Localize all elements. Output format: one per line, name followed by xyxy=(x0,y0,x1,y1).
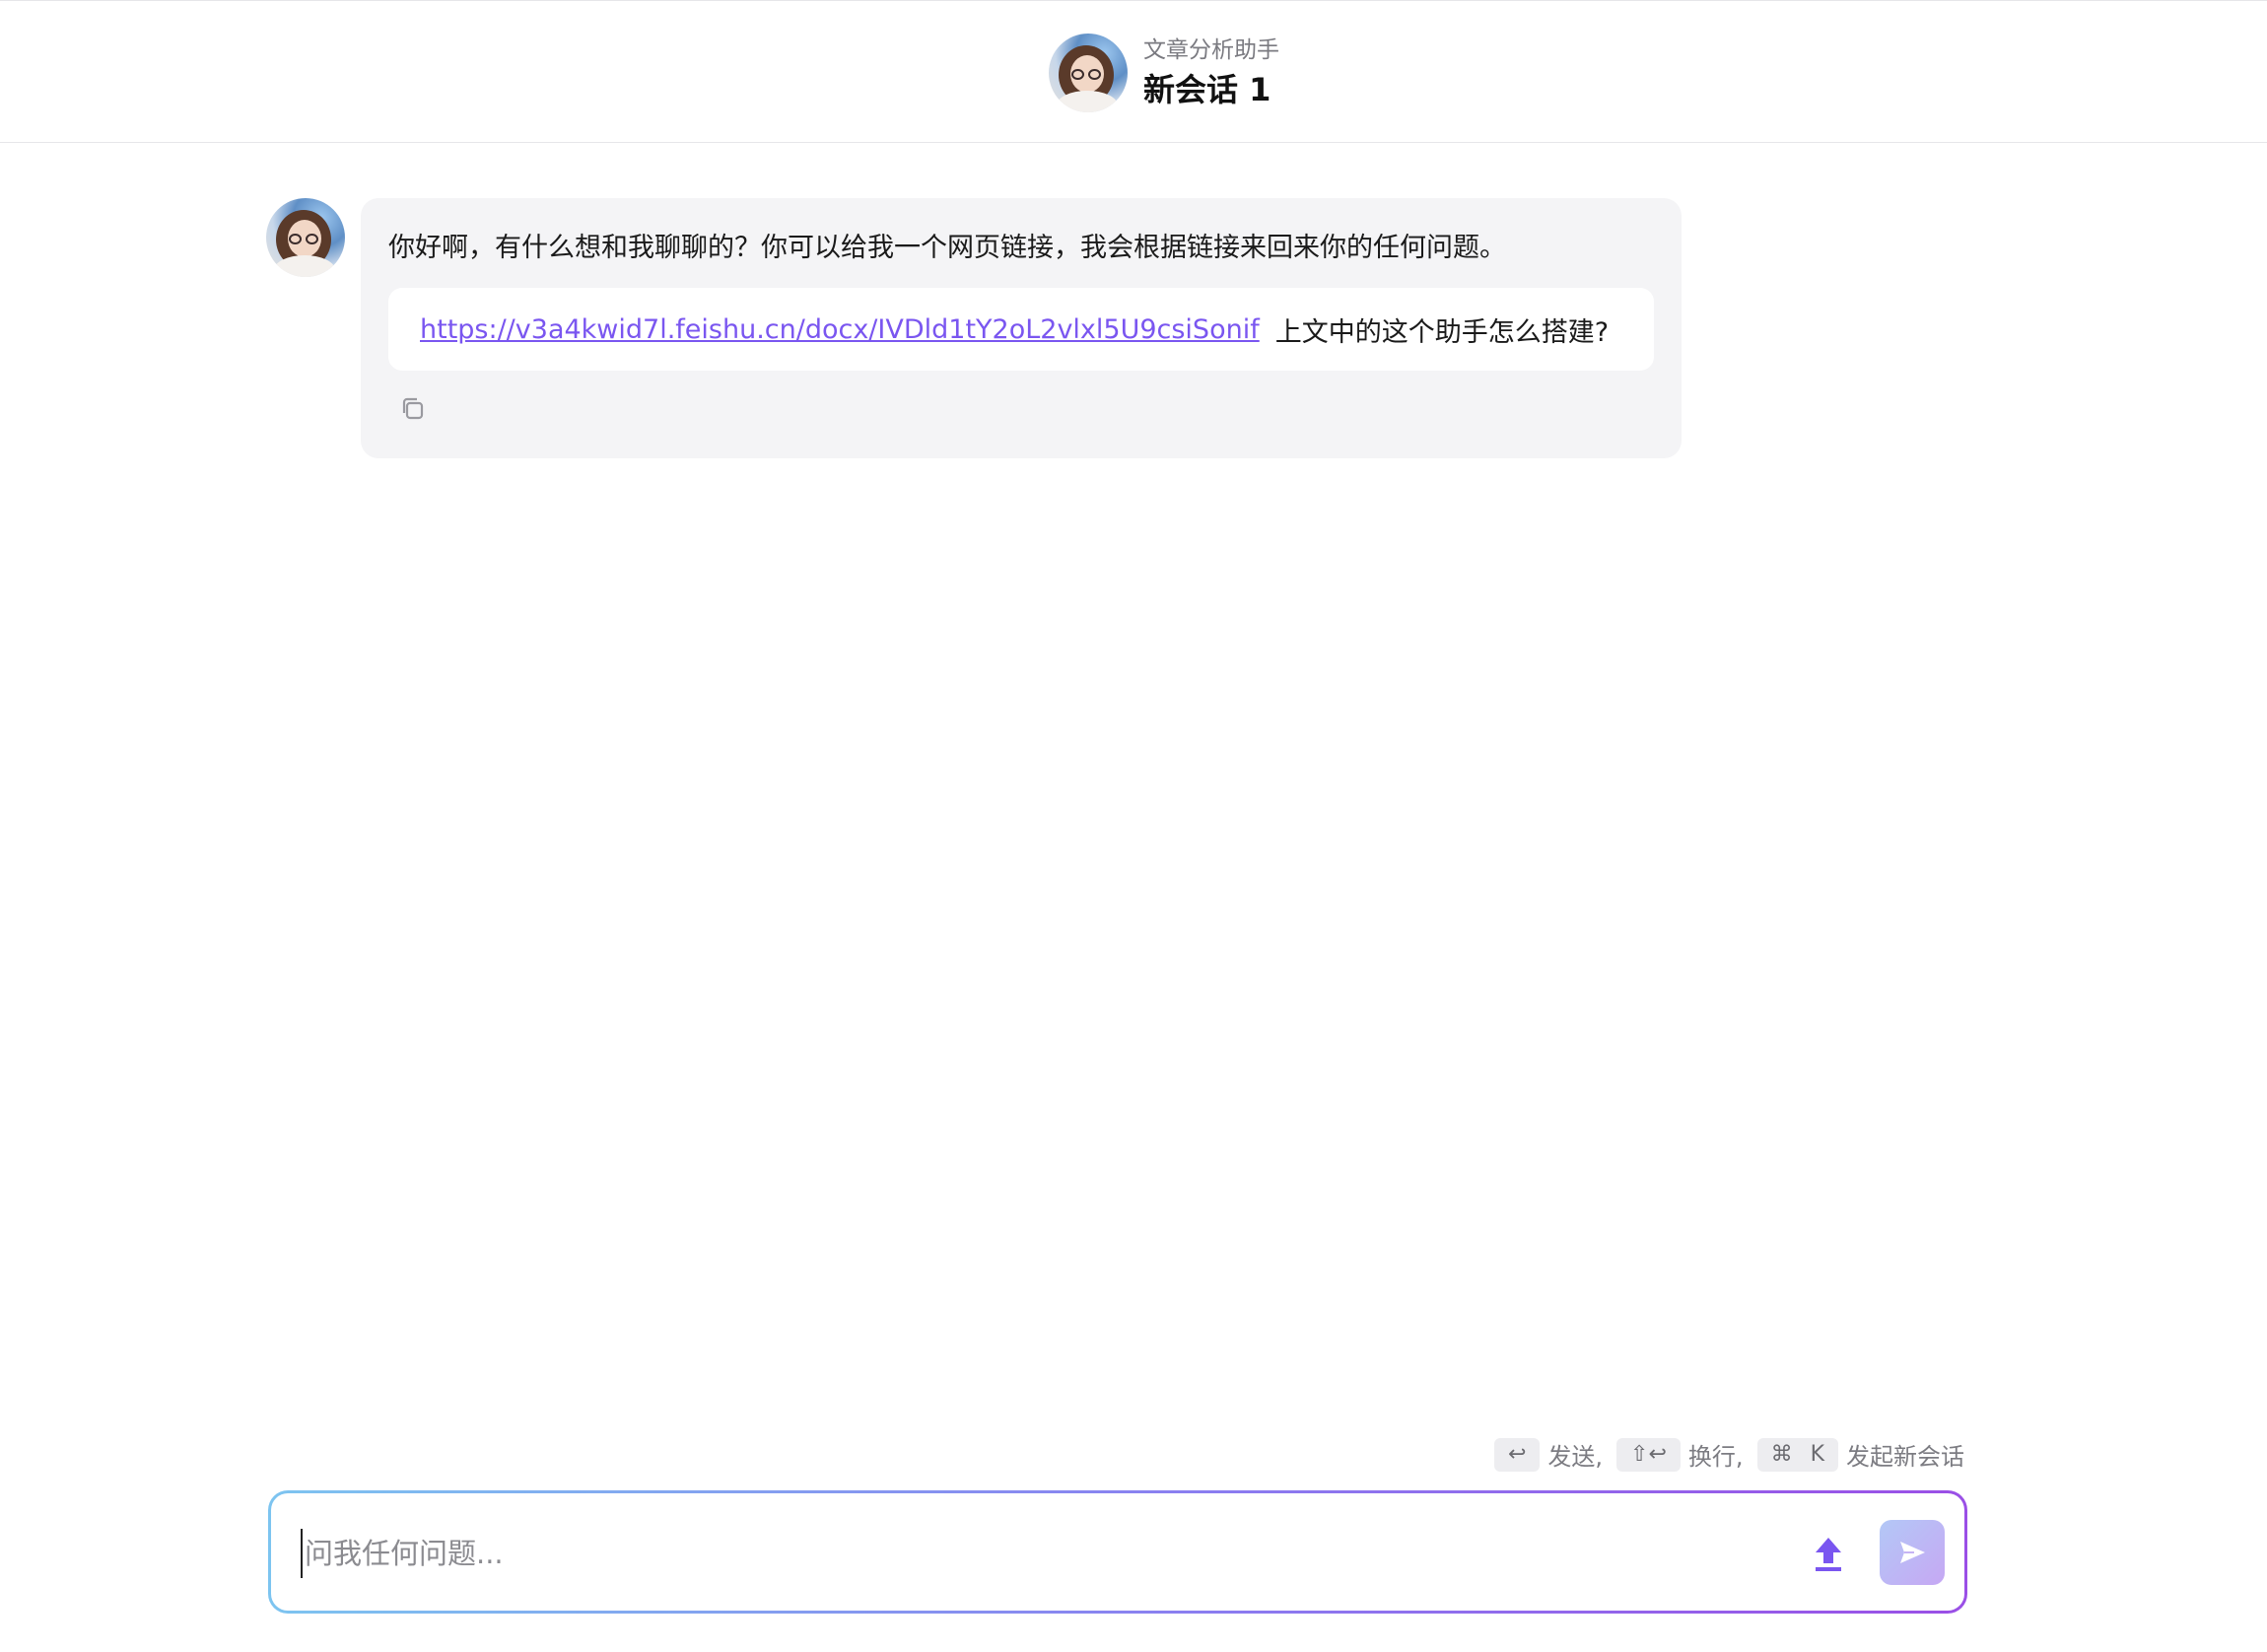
new-chat-key-badge: ⌘ K xyxy=(1756,1437,1838,1472)
assistant-message-bubble: 你好啊，有什么想和我聊聊的？你可以给我一个网页链接，我会根据链接来回来你的任何问… xyxy=(361,198,1682,458)
suggestion-link[interactable]: https://v3a4kwid7l.feishu.cn/docx/IVDld1… xyxy=(420,314,1260,345)
chat-input-inner xyxy=(271,1493,1964,1611)
copy-icon[interactable] xyxy=(398,394,428,424)
conversation-title[interactable]: 新会话 1 xyxy=(1143,68,1279,111)
header-info: 文章分析助手 新会话 1 xyxy=(1049,34,1279,112)
keyboard-hints: ↩ 发送, ⇧↩ 换行, ⌘ K 发起新会话 xyxy=(1493,1437,1964,1472)
message-avatar-wrap xyxy=(266,198,345,277)
header-text: 文章分析助手 新会话 1 xyxy=(1143,34,1279,111)
suggested-question[interactable]: https://v3a4kwid7l.feishu.cn/docx/IVDld1… xyxy=(388,288,1654,371)
newline-key-badge: ⇧↩ xyxy=(1616,1437,1681,1472)
new-chat-hint-label: 发起新会话 xyxy=(1846,1443,1964,1471)
chat-input-box xyxy=(268,1490,1967,1614)
assistant-message-text: 你好啊，有什么想和我聊聊的？你可以给我一个网页链接，我会根据链接来回来你的任何问… xyxy=(388,233,1506,263)
chat-header: 文章分析助手 新会话 1 xyxy=(0,0,2267,143)
upload-icon[interactable] xyxy=(1809,1532,1848,1575)
assistant-avatar xyxy=(1049,34,1128,112)
suggestion-question-text: 上文中的这个助手怎么搭建? xyxy=(1274,316,1610,348)
k-key: K xyxy=(1810,1442,1824,1467)
send-icon xyxy=(1900,1542,1925,1563)
command-key: ⌘ xyxy=(1770,1442,1793,1467)
send-key-badge: ↩ xyxy=(1493,1437,1541,1472)
chat-input[interactable] xyxy=(301,1529,1779,1578)
message-avatar xyxy=(266,198,345,277)
send-hint-label: 发送, xyxy=(1547,1443,1604,1471)
newline-hint-label: 换行, xyxy=(1687,1443,1744,1471)
assistant-name: 文章分析助手 xyxy=(1143,37,1279,63)
send-button[interactable] xyxy=(1880,1520,1945,1585)
